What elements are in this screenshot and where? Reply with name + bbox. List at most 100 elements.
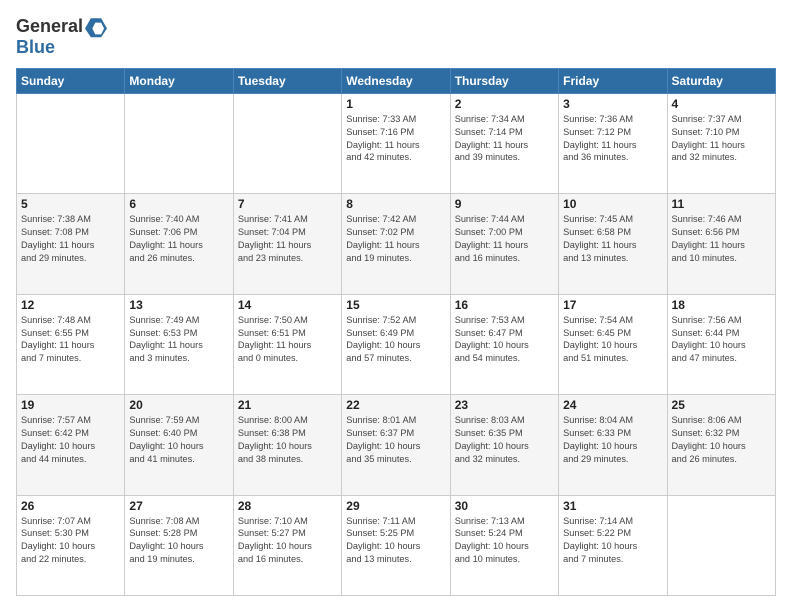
day-number: 5 bbox=[21, 197, 120, 211]
day-number: 9 bbox=[455, 197, 554, 211]
day-number: 24 bbox=[563, 398, 662, 412]
calendar-cell: 11 Sunrise: 7:46 AM Sunset: 6:56 PM Dayli… bbox=[667, 194, 775, 294]
day-number: 1 bbox=[346, 97, 445, 111]
header: GeneralBlue bbox=[16, 16, 776, 58]
calendar-cell: 31Sunrise: 7:14 AM Sunset: 5:22 PM Dayli… bbox=[559, 495, 667, 595]
day-info: Sunrise: 7:07 AM Sunset: 5:30 PM Dayligh… bbox=[21, 515, 120, 567]
calendar-cell: 3 Sunrise: 7:36 AM Sunset: 7:12 PM Daylig… bbox=[559, 93, 667, 193]
day-number: 4 bbox=[672, 97, 771, 111]
day-info: Sunrise: 7:45 AM Sunset: 6:58 PM Dayligh… bbox=[563, 213, 662, 265]
day-number: 15 bbox=[346, 298, 445, 312]
calendar-cell: 26 Sunrise: 7:07 AM Sunset: 5:30 PM Dayli… bbox=[17, 495, 125, 595]
logo-icon bbox=[85, 16, 107, 38]
day-number: 8 bbox=[346, 197, 445, 211]
page: GeneralBlue SundayMondayTuesdayWednesday… bbox=[0, 0, 792, 612]
calendar-cell: 6 Sunrise: 7:40 AM Sunset: 7:06 PM Daylig… bbox=[125, 194, 233, 294]
day-number: 18 bbox=[672, 298, 771, 312]
day-number: 10 bbox=[563, 197, 662, 211]
day-info: Sunrise: 8:03 AM Sunset: 6:35 PM Dayligh… bbox=[455, 414, 554, 466]
calendar-cell: 23 Sunrise: 8:03 AM Sunset: 6:35 PM Dayli… bbox=[450, 395, 558, 495]
calendar-cell bbox=[233, 93, 341, 193]
day-number: 20 bbox=[129, 398, 228, 412]
calendar-cell: 15 Sunrise: 7:52 AM Sunset: 6:49 PM Dayli… bbox=[342, 294, 450, 394]
day-number: 25 bbox=[672, 398, 771, 412]
logo-blue: Blue bbox=[16, 37, 55, 57]
weekday-header: Tuesday bbox=[233, 68, 341, 93]
day-info: Sunrise: 7:53 AM Sunset: 6:47 PM Dayligh… bbox=[455, 314, 554, 366]
calendar-cell: 7 Sunrise: 7:41 AM Sunset: 7:04 PM Daylig… bbox=[233, 194, 341, 294]
calendar-week-row: 5 Sunrise: 7:38 AM Sunset: 7:08 PM Daylig… bbox=[17, 194, 776, 294]
calendar-cell: 29 Sunrise: 7:11 AM Sunset: 5:25 PM Dayli… bbox=[342, 495, 450, 595]
day-info: Sunrise: 7:49 AM Sunset: 6:53 PM Dayligh… bbox=[129, 314, 228, 366]
calendar-cell: 2Sunrise: 7:34 AM Sunset: 7:14 PM Daylig… bbox=[450, 93, 558, 193]
day-info: Sunrise: 7:33 AM Sunset: 7:16 PM Dayligh… bbox=[346, 113, 445, 165]
calendar-week-row: 12 Sunrise: 7:48 AM Sunset: 6:55 PM Dayli… bbox=[17, 294, 776, 394]
day-number: 30 bbox=[455, 499, 554, 513]
day-info: Sunrise: 7:54 AM Sunset: 6:45 PM Dayligh… bbox=[563, 314, 662, 366]
calendar-cell: 17Sunrise: 7:54 AM Sunset: 6:45 PM Dayli… bbox=[559, 294, 667, 394]
calendar-cell: 16 Sunrise: 7:53 AM Sunset: 6:47 PM Dayli… bbox=[450, 294, 558, 394]
calendar-cell bbox=[667, 495, 775, 595]
logo-general: General bbox=[16, 16, 83, 36]
weekday-header: Thursday bbox=[450, 68, 558, 93]
day-info: Sunrise: 8:00 AM Sunset: 6:38 PM Dayligh… bbox=[238, 414, 337, 466]
day-number: 26 bbox=[21, 499, 120, 513]
weekday-header: Friday bbox=[559, 68, 667, 93]
weekday-header: Saturday bbox=[667, 68, 775, 93]
day-number: 21 bbox=[238, 398, 337, 412]
calendar-cell: 21 Sunrise: 8:00 AM Sunset: 6:38 PM Dayli… bbox=[233, 395, 341, 495]
day-info: Sunrise: 7:56 AM Sunset: 6:44 PM Dayligh… bbox=[672, 314, 771, 366]
calendar-cell: 10 Sunrise: 7:45 AM Sunset: 6:58 PM Dayli… bbox=[559, 194, 667, 294]
day-info: Sunrise: 7:36 AM Sunset: 7:12 PM Dayligh… bbox=[563, 113, 662, 165]
calendar-week-row: 1 Sunrise: 7:33 AM Sunset: 7:16 PM Daylig… bbox=[17, 93, 776, 193]
day-info: Sunrise: 7:52 AM Sunset: 6:49 PM Dayligh… bbox=[346, 314, 445, 366]
calendar-cell: 9 Sunrise: 7:44 AM Sunset: 7:00 PM Daylig… bbox=[450, 194, 558, 294]
day-info: Sunrise: 7:41 AM Sunset: 7:04 PM Dayligh… bbox=[238, 213, 337, 265]
day-number: 23 bbox=[455, 398, 554, 412]
day-number: 16 bbox=[455, 298, 554, 312]
calendar-cell bbox=[17, 93, 125, 193]
calendar-cell: 1 Sunrise: 7:33 AM Sunset: 7:16 PM Daylig… bbox=[342, 93, 450, 193]
calendar-cell: 5 Sunrise: 7:38 AM Sunset: 7:08 PM Daylig… bbox=[17, 194, 125, 294]
day-number: 31 bbox=[563, 499, 662, 513]
calendar-cell: 22Sunrise: 8:01 AM Sunset: 6:37 PM Dayli… bbox=[342, 395, 450, 495]
day-info: Sunrise: 7:34 AM Sunset: 7:14 PM Dayligh… bbox=[455, 113, 554, 165]
calendar-cell: 8Sunrise: 7:42 AM Sunset: 7:02 PM Daylig… bbox=[342, 194, 450, 294]
day-number: 28 bbox=[238, 499, 337, 513]
calendar-cell: 4Sunrise: 7:37 AM Sunset: 7:10 PM Daylig… bbox=[667, 93, 775, 193]
day-number: 11 bbox=[672, 197, 771, 211]
calendar-header-row: SundayMondayTuesdayWednesdayThursdayFrid… bbox=[17, 68, 776, 93]
day-info: Sunrise: 7:13 AM Sunset: 5:24 PM Dayligh… bbox=[455, 515, 554, 567]
day-info: Sunrise: 7:59 AM Sunset: 6:40 PM Dayligh… bbox=[129, 414, 228, 466]
calendar-cell: 27 Sunrise: 7:08 AM Sunset: 5:28 PM Dayli… bbox=[125, 495, 233, 595]
day-info: Sunrise: 7:10 AM Sunset: 5:27 PM Dayligh… bbox=[238, 515, 337, 567]
calendar-week-row: 26 Sunrise: 7:07 AM Sunset: 5:30 PM Dayli… bbox=[17, 495, 776, 595]
day-number: 22 bbox=[346, 398, 445, 412]
weekday-header: Sunday bbox=[17, 68, 125, 93]
day-info: Sunrise: 7:08 AM Sunset: 5:28 PM Dayligh… bbox=[129, 515, 228, 567]
calendar-cell: 20 Sunrise: 7:59 AM Sunset: 6:40 PM Dayli… bbox=[125, 395, 233, 495]
day-number: 6 bbox=[129, 197, 228, 211]
calendar-cell: 12 Sunrise: 7:48 AM Sunset: 6:55 PM Dayli… bbox=[17, 294, 125, 394]
day-info: Sunrise: 7:40 AM Sunset: 7:06 PM Dayligh… bbox=[129, 213, 228, 265]
calendar-cell: 24 Sunrise: 8:04 AM Sunset: 6:33 PM Dayli… bbox=[559, 395, 667, 495]
day-number: 27 bbox=[129, 499, 228, 513]
day-number: 3 bbox=[563, 97, 662, 111]
day-info: Sunrise: 7:50 AM Sunset: 6:51 PM Dayligh… bbox=[238, 314, 337, 366]
day-info: Sunrise: 7:38 AM Sunset: 7:08 PM Dayligh… bbox=[21, 213, 120, 265]
day-info: Sunrise: 7:48 AM Sunset: 6:55 PM Dayligh… bbox=[21, 314, 120, 366]
calendar-cell: 30 Sunrise: 7:13 AM Sunset: 5:24 PM Dayli… bbox=[450, 495, 558, 595]
day-info: Sunrise: 8:04 AM Sunset: 6:33 PM Dayligh… bbox=[563, 414, 662, 466]
day-info: Sunrise: 8:06 AM Sunset: 6:32 PM Dayligh… bbox=[672, 414, 771, 466]
day-info: Sunrise: 7:11 AM Sunset: 5:25 PM Dayligh… bbox=[346, 515, 445, 567]
day-number: 14 bbox=[238, 298, 337, 312]
logo-text: GeneralBlue bbox=[16, 16, 107, 58]
day-number: 7 bbox=[238, 197, 337, 211]
day-number: 29 bbox=[346, 499, 445, 513]
logo: GeneralBlue bbox=[16, 16, 107, 58]
calendar-cell bbox=[125, 93, 233, 193]
day-info: Sunrise: 7:46 AM Sunset: 6:56 PM Dayligh… bbox=[672, 213, 771, 265]
day-number: 12 bbox=[21, 298, 120, 312]
day-number: 19 bbox=[21, 398, 120, 412]
day-info: Sunrise: 7:44 AM Sunset: 7:00 PM Dayligh… bbox=[455, 213, 554, 265]
